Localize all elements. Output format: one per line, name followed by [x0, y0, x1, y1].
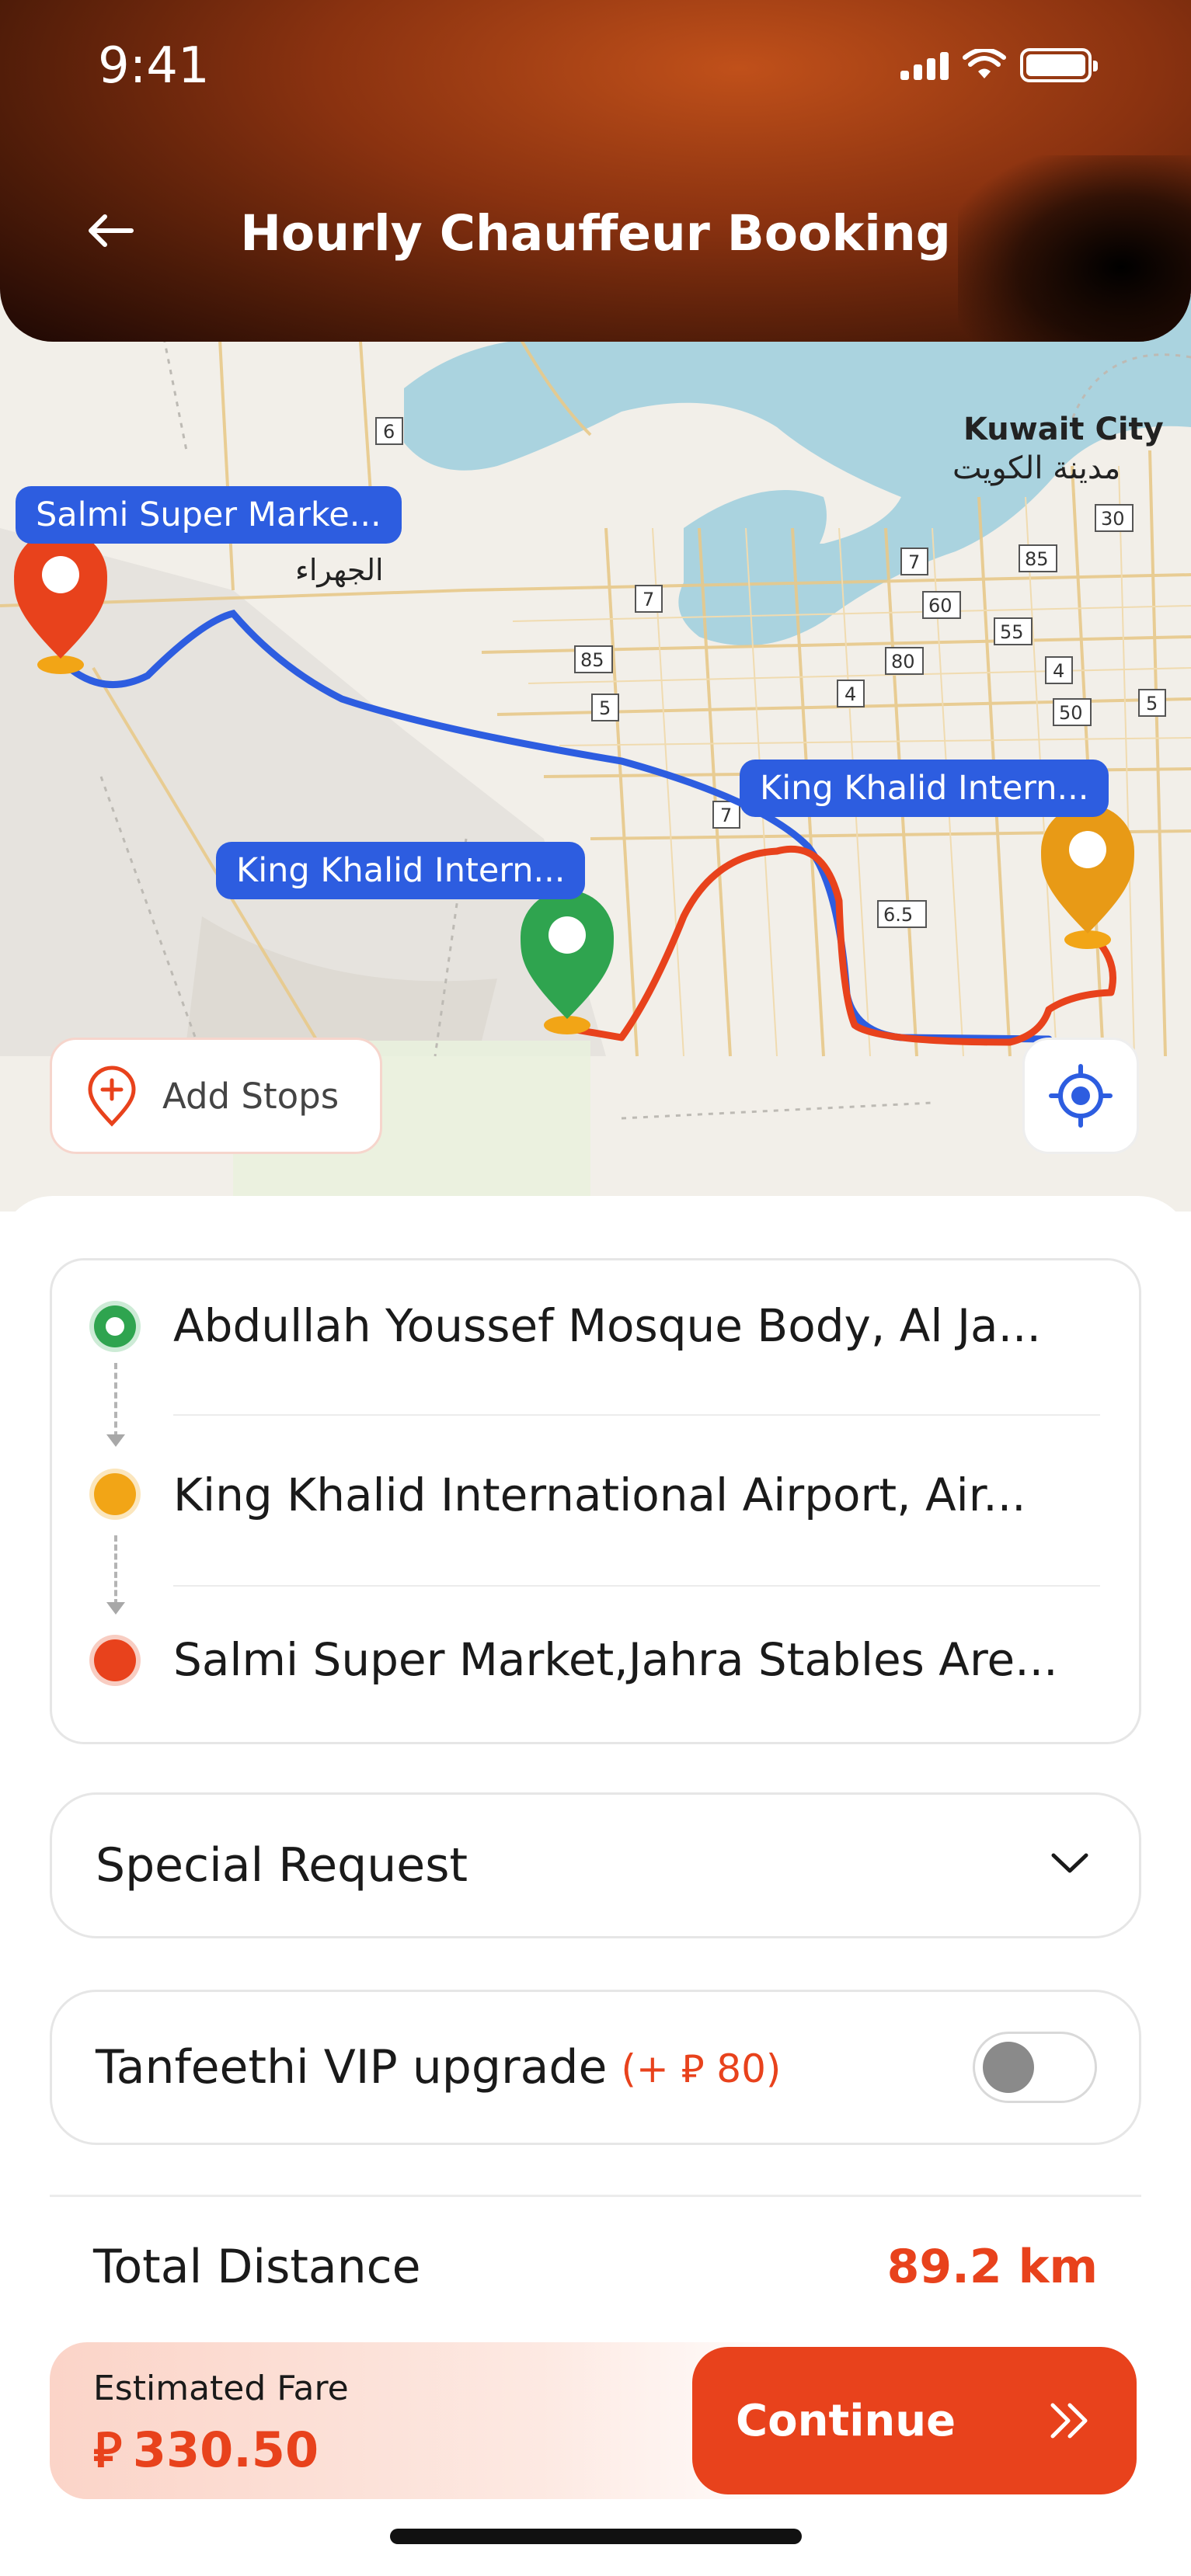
- road-number: 55: [1000, 621, 1024, 643]
- app-header: 9:41: [0, 0, 1191, 342]
- road-number: 60: [928, 595, 952, 617]
- road-number: 4: [1053, 660, 1064, 682]
- add-location-icon: [88, 1066, 136, 1127]
- vip-upgrade-toggle[interactable]: [973, 2032, 1097, 2103]
- route-stop-2[interactable]: King Khalid International Airport, Air..…: [52, 1416, 1139, 1571]
- road-number: 80: [891, 651, 915, 673]
- vip-upgrade-row: Tanfeethi VIP upgrade (+ ⃁ 80): [50, 1990, 1141, 2145]
- vip-upgrade-price: (+ ⃁ 80): [621, 2046, 782, 2091]
- airport-map-label: King Khalid Intern...: [740, 760, 1109, 817]
- estimated-fare-value: ⃁ 330.50: [93, 2418, 319, 2480]
- road-number: 4: [844, 683, 856, 705]
- road-number: 6.5: [883, 904, 913, 926]
- route-map[interactable]: 6 7 7 85 5 80 4 60 55 4 50 5 85 30 6.5 7: [0, 295, 1191, 1212]
- road-number: 5: [599, 697, 611, 719]
- status-icons: [900, 48, 1098, 82]
- add-stops-button[interactable]: Add Stops: [50, 1038, 382, 1154]
- road-number: 85: [1025, 548, 1049, 570]
- road-number: 7: [720, 805, 732, 826]
- special-request-label: Special Request: [96, 1838, 468, 1893]
- pickup-map-label: Salmi Super Marke...: [16, 486, 402, 544]
- divider: [50, 2195, 1141, 2197]
- road-number: 85: [580, 649, 604, 671]
- wifi-icon: [963, 49, 1006, 78]
- page-title: Hourly Chauffeur Booking: [240, 205, 951, 262]
- stop-dot-red: [94, 1639, 136, 1681]
- total-distance-row: Total Distance 89.2 km: [93, 2240, 1098, 2294]
- total-distance-value: 89.2 km: [886, 2240, 1098, 2294]
- road-number: 6: [383, 421, 395, 443]
- route-stop-3[interactable]: Salmi Super Market,Jahra Stables Are...: [52, 1587, 1139, 1742]
- route-stops-card: Abdullah Youssef Mosque Body, Al Ja... K…: [50, 1258, 1141, 1744]
- continue-button[interactable]: Continue: [692, 2347, 1137, 2494]
- chevron-down-icon: [1051, 1853, 1088, 1873]
- vip-upgrade-label: Tanfeethi VIP upgrade: [96, 2040, 608, 2095]
- add-stops-label: Add Stops: [162, 1075, 340, 1117]
- town-label-arabic: الجهراء: [295, 553, 384, 587]
- dropoff-map-label: King Khalid Intern...: [216, 842, 586, 899]
- road-number: 50: [1059, 702, 1083, 724]
- signal-icon: [900, 50, 949, 80]
- road-number: 30: [1101, 508, 1125, 530]
- road-number: 5: [1146, 693, 1158, 714]
- home-indicator: [390, 2529, 802, 2544]
- continue-label: Continue: [736, 2395, 956, 2446]
- fare-bar: Estimated Fare ⃁ 330.50 Continue: [50, 2342, 1141, 2499]
- toggle-knob: [983, 2042, 1034, 2093]
- estimated-fare-label: Estimated Fare: [93, 2369, 349, 2408]
- city-label-arabic: مدينة الكويت: [952, 450, 1121, 486]
- stop-address: King Khalid International Airport, Air..…: [173, 1469, 1026, 1521]
- crosshair-icon: [1049, 1064, 1113, 1128]
- special-request-dropdown[interactable]: Special Request: [50, 1792, 1141, 1938]
- stop-address: Abdullah Youssef Mosque Body, Al Ja...: [173, 1299, 1041, 1352]
- city-label: Kuwait City: [963, 412, 1164, 447]
- road-number: 7: [908, 551, 920, 573]
- status-time: 9:41: [98, 37, 210, 95]
- double-chevron-right-icon: [1050, 2403, 1088, 2439]
- battery-icon: [1020, 48, 1098, 82]
- stop-address: Salmi Super Market,Jahra Stables Are...: [173, 1633, 1058, 1686]
- locate-me-button[interactable]: [1022, 1038, 1139, 1154]
- stop-dot-green: [94, 1305, 136, 1347]
- stop-dot-orange: [94, 1473, 136, 1515]
- route-stop-1[interactable]: Abdullah Youssef Mosque Body, Al Ja...: [52, 1260, 1139, 1416]
- total-distance-label: Total Distance: [93, 2240, 421, 2294]
- riyal-icon: ⃁: [93, 2421, 122, 2478]
- fare-amount: 330.50: [132, 2421, 319, 2478]
- road-number: 7: [643, 589, 654, 610]
